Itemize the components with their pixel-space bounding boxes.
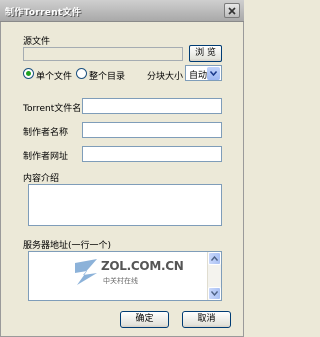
single-file-label: 单个文件 (36, 72, 73, 82)
creator-name-field[interactable] (82, 122, 222, 138)
whole-dir-label: 整个目录 (89, 72, 126, 82)
servers-label: 服务器地址(一行一个) (23, 241, 112, 251)
dialog-body: 源文件 浏 览 单个文件 整个目录 分块大小 自动 Torrent文件名 制作者… (0, 22, 244, 337)
watermark-subtitle: 中关村在线 (103, 277, 138, 285)
browse-button[interactable]: 浏 览 (189, 45, 222, 62)
zol-logo-icon (75, 259, 97, 285)
creator-url-label: 制作者网址 (23, 152, 69, 162)
creator-name-label: 制作者名称 (23, 128, 69, 138)
source-file-field[interactable] (23, 47, 183, 61)
single-file-radio[interactable] (23, 68, 34, 79)
block-size-value: 自动 (189, 71, 208, 81)
servers-scrollbar[interactable] (207, 252, 221, 300)
cancel-button[interactable]: 取消 (182, 311, 231, 328)
scroll-up-button[interactable] (208, 252, 221, 265)
title-bar: 制作Torrent文件 (0, 0, 244, 22)
torrent-name-field[interactable] (82, 98, 222, 114)
close-button[interactable] (224, 3, 240, 18)
source-file-label: 源文件 (23, 37, 51, 47)
scroll-down-button[interactable] (208, 287, 221, 300)
chevron-up-icon (211, 256, 218, 261)
chevron-down-icon (210, 71, 217, 76)
watermark: ZOL.COM.CN 中关村在线 (73, 255, 184, 295)
chevron-down-icon (211, 291, 218, 296)
whole-dir-radio[interactable] (76, 68, 87, 79)
block-size-select[interactable]: 自动 (185, 65, 222, 81)
description-label: 内容介绍 (23, 174, 60, 184)
window-title: 制作Torrent文件 (5, 8, 82, 18)
dropdown-button[interactable] (207, 67, 220, 80)
ok-button[interactable]: 确定 (120, 311, 169, 328)
torrent-name-label: Torrent文件名 (23, 104, 82, 114)
watermark-brand: ZOL.COM.CN (101, 259, 184, 273)
creator-url-field[interactable] (82, 146, 222, 162)
block-size-label: 分块大小 (147, 72, 184, 82)
close-icon (228, 7, 236, 15)
description-textarea[interactable] (28, 184, 222, 226)
